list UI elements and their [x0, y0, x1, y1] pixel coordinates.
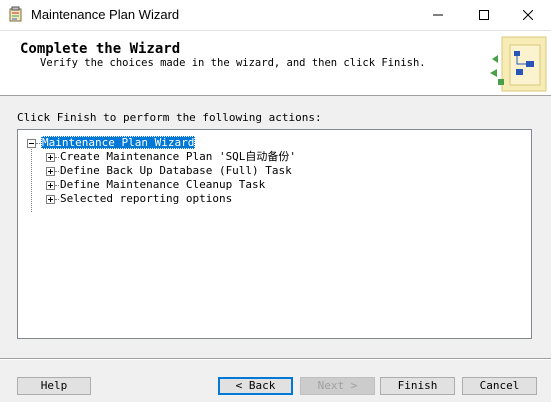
maximize-icon: [479, 10, 489, 20]
minimize-button[interactable]: [415, 0, 461, 30]
expand-icon[interactable]: [46, 153, 55, 162]
title-bar: Maintenance Plan Wizard: [0, 0, 551, 31]
finish-button[interactable]: Finish: [380, 377, 455, 395]
page-title: Complete the Wizard: [20, 41, 181, 57]
tree-node-backup-task[interactable]: Define Back Up Database (Full) Task: [60, 164, 292, 177]
expand-icon[interactable]: [46, 181, 55, 190]
expand-icon[interactable]: [46, 167, 55, 176]
minimize-icon: [433, 14, 443, 16]
tree-connector: [36, 143, 40, 144]
tree-connector: [55, 171, 59, 172]
page-subtitle: Verify the choices made in the wizard, a…: [40, 57, 426, 69]
window-title: Maintenance Plan Wizard: [31, 7, 180, 22]
expand-icon[interactable]: [46, 195, 55, 204]
back-button[interactable]: < Back: [218, 377, 293, 395]
tree-node-reporting-options[interactable]: Selected reporting options: [60, 192, 232, 205]
tree-root-node[interactable]: Maintenance Plan Wizard: [41, 136, 196, 149]
tree-node-create-plan[interactable]: Create Maintenance Plan 'SQL自动备份': [60, 150, 296, 163]
wizard-graphic-icon: [490, 36, 547, 92]
collapse-icon[interactable]: [27, 139, 36, 148]
tree-node-cleanup-task[interactable]: Define Maintenance Cleanup Task: [60, 178, 265, 191]
help-button[interactable]: Help: [17, 377, 91, 395]
cancel-button[interactable]: Cancel: [462, 377, 537, 395]
wizard-header: Complete the Wizard Verify the choices m…: [0, 31, 551, 96]
tree-guide-line: [31, 149, 32, 212]
app-icon: [9, 6, 22, 22]
instruction-text: Click Finish to perform the following ac…: [17, 111, 322, 124]
close-button[interactable]: [505, 0, 551, 30]
next-button[interactable]: Next >: [300, 377, 375, 395]
tree-connector: [55, 185, 59, 186]
footer-separator: [0, 358, 551, 360]
close-icon: [523, 10, 533, 20]
tree-connector: [55, 157, 59, 158]
maximize-button[interactable]: [461, 0, 507, 30]
tree-connector: [55, 199, 59, 200]
actions-tree[interactable]: Maintenance Plan Wizard Create Maintenan…: [17, 129, 532, 339]
